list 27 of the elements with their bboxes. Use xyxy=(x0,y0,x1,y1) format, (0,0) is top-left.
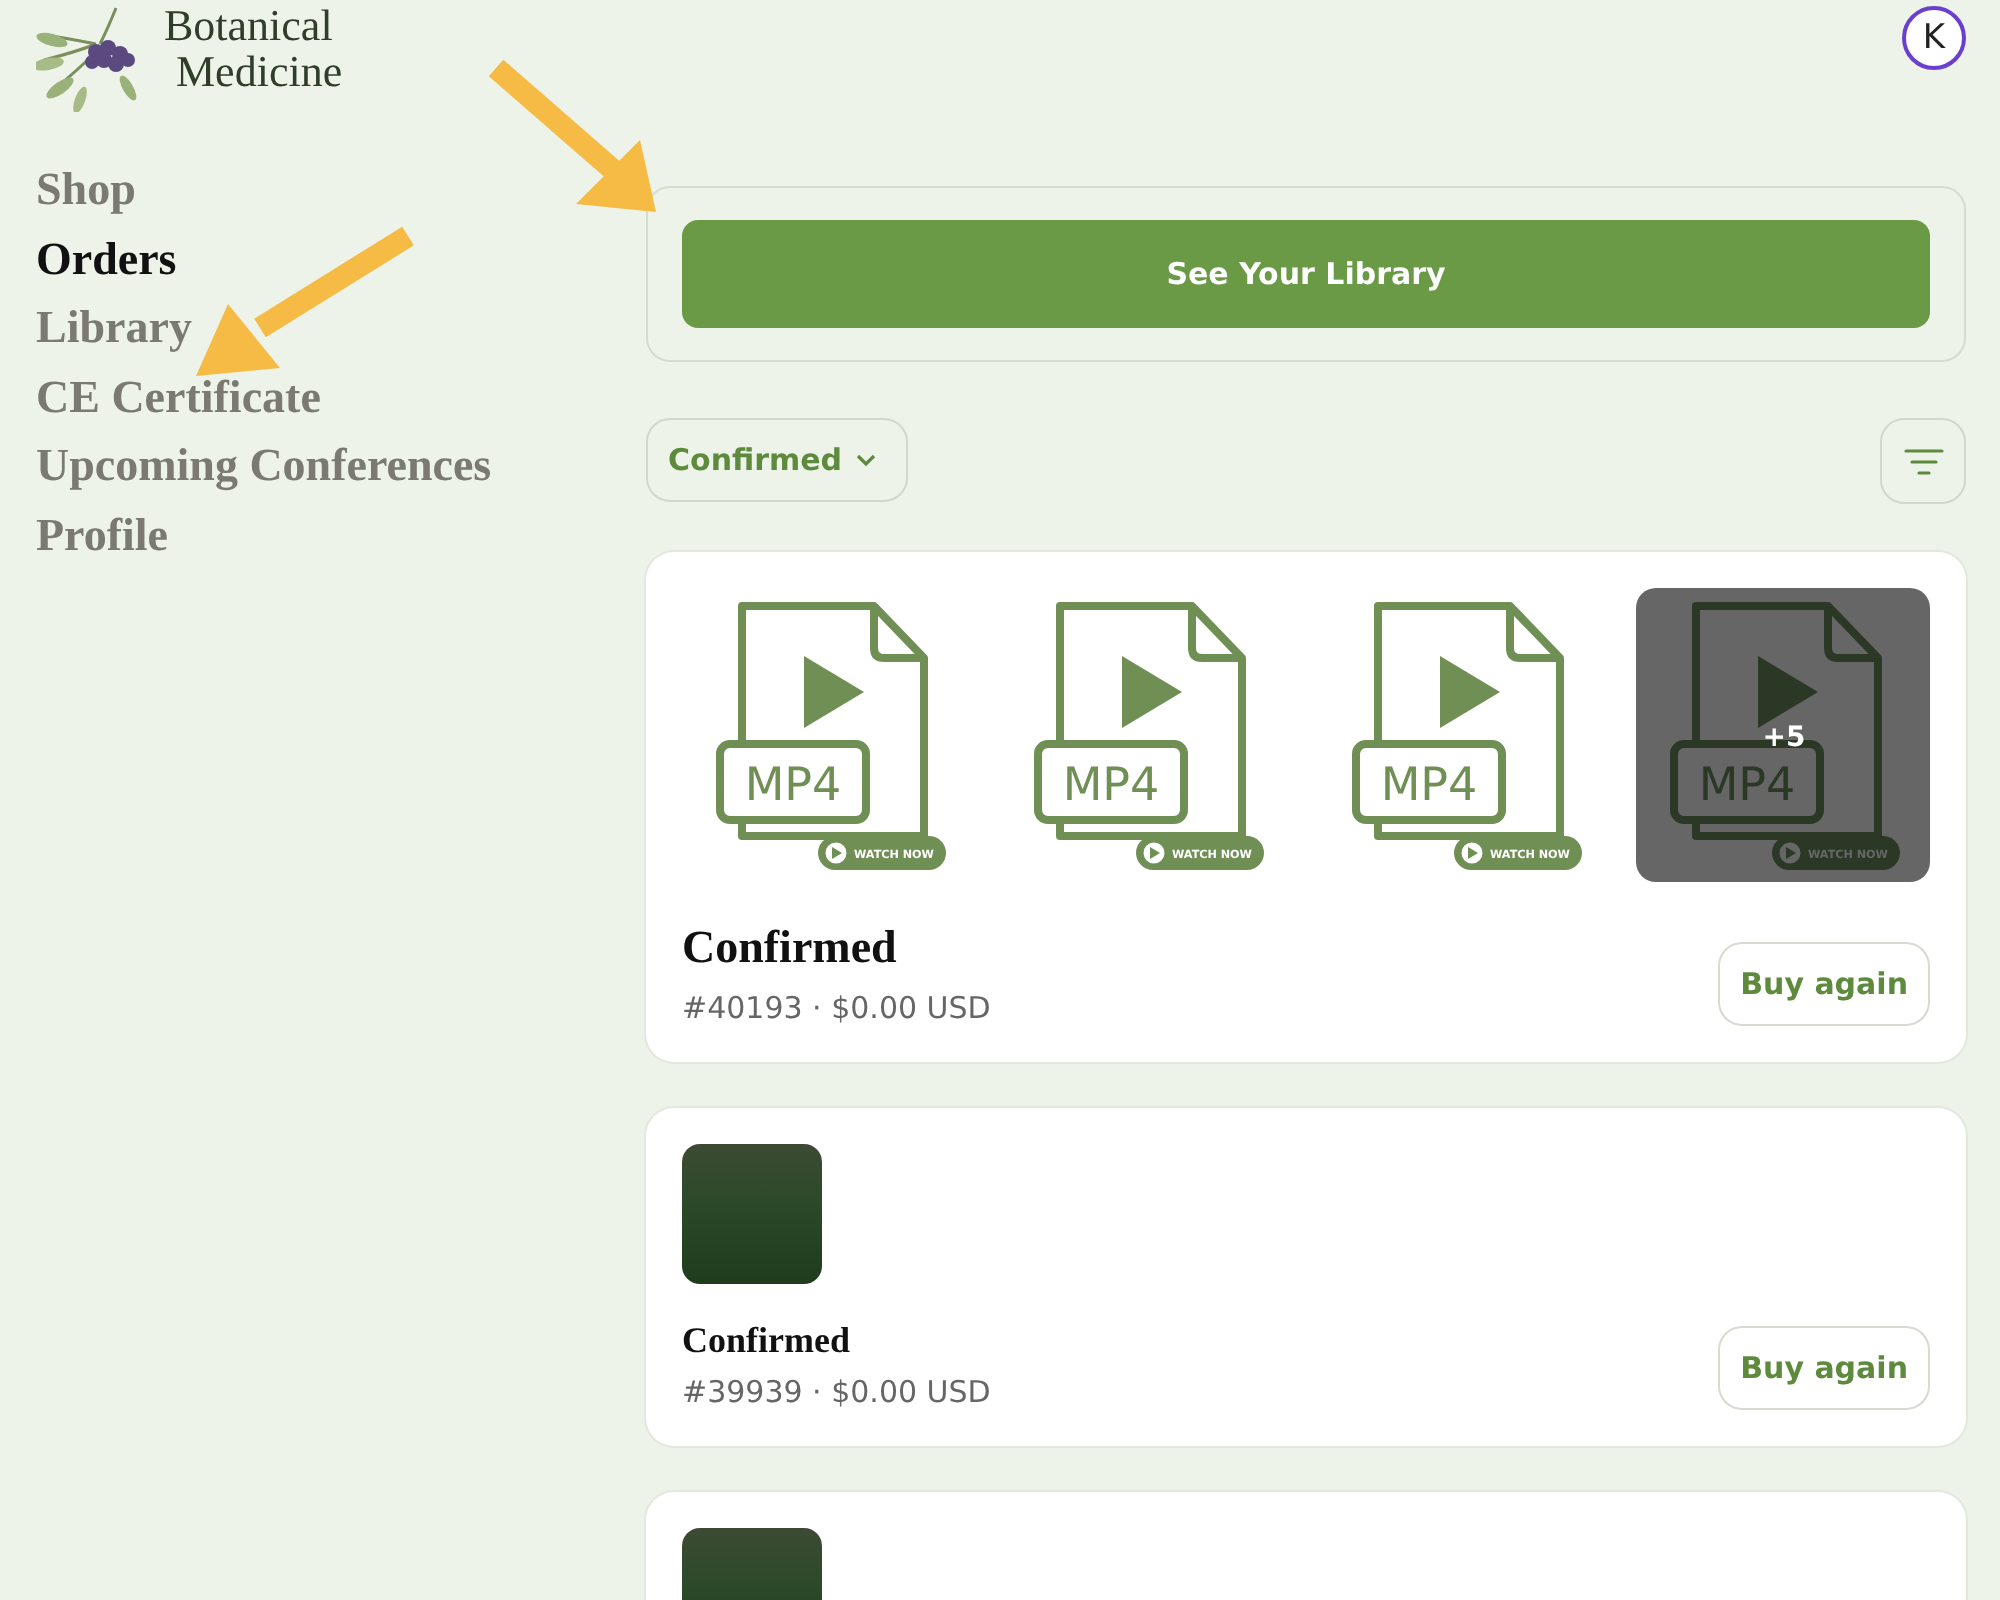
file-type-label: MP4 xyxy=(1034,740,1188,824)
order-summary: #40193 · $0.00 USD xyxy=(682,990,991,1026)
photo-placeholder xyxy=(682,1144,822,1284)
nav-link[interactable]: Orders xyxy=(36,225,177,295)
see-library-button[interactable]: See Your Library xyxy=(682,220,1930,328)
filter-button[interactable] xyxy=(1880,418,1966,504)
file-type-label: MP4 xyxy=(1352,740,1506,824)
buy-again-button[interactable]: Buy again xyxy=(1718,1326,1930,1410)
video-file-icon xyxy=(1692,602,1882,840)
video-file-icon xyxy=(1374,602,1564,840)
nav-link[interactable]: Profile xyxy=(36,501,168,572)
video-file-icon xyxy=(1056,602,1246,840)
order-status: Confirmed xyxy=(682,1320,850,1362)
logo-wordmark: Botanical Medicine xyxy=(164,0,343,94)
nav-link[interactable]: CE Certificate xyxy=(36,363,321,433)
video-file-icon xyxy=(738,602,928,840)
user-avatar[interactable]: K xyxy=(1902,6,1966,70)
file-type-label: MP4 xyxy=(716,740,870,824)
nav-link[interactable]: Upcoming Conferences xyxy=(36,432,492,502)
order-status: Confirmed xyxy=(682,922,897,974)
status-dropdown[interactable]: Confirmed xyxy=(646,418,909,502)
chevron-down-icon xyxy=(854,452,879,468)
filter-icon xyxy=(1903,447,1943,475)
order-summary: #39939 · $0.00 USD xyxy=(682,1374,991,1410)
nav-link[interactable]: Shop xyxy=(36,156,136,226)
nav-link[interactable]: Library xyxy=(36,294,192,364)
buy-again-button[interactable]: Buy again xyxy=(1718,942,1930,1026)
